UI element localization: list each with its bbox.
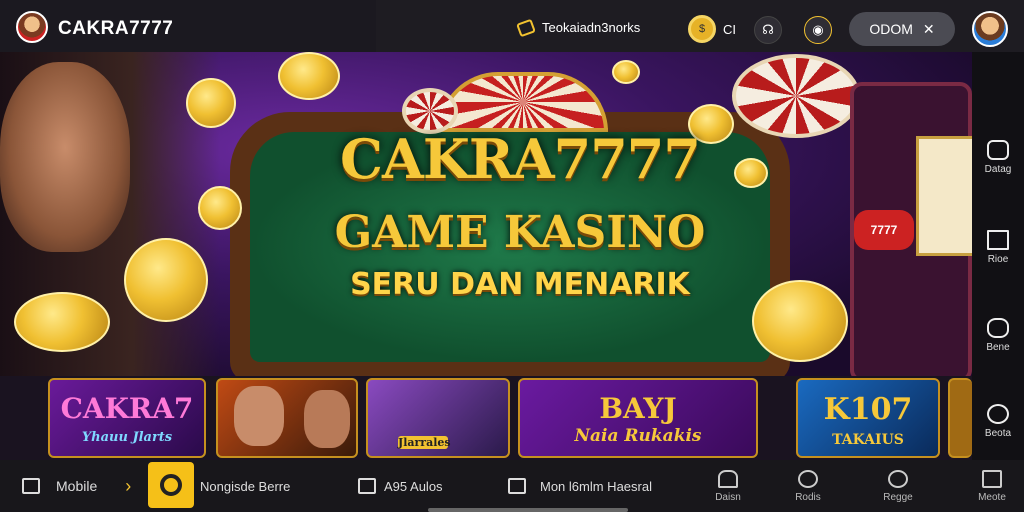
bottom-nav-label: Rodis [795, 492, 821, 503]
menu-icon [982, 470, 1002, 488]
hexagon-icon [987, 318, 1009, 338]
cta-button[interactable]: ODOM ✕ [849, 12, 955, 46]
monitor-icon [22, 478, 40, 494]
hero-person-face [0, 62, 130, 252]
side-nav-label: Datag [984, 164, 1012, 175]
gold-coin-image [612, 60, 640, 84]
game-card-subtitle: Yhauu Jlarts [81, 430, 173, 445]
card-person-image [234, 386, 284, 446]
gold-coin-image [734, 158, 768, 188]
calendar-icon [358, 478, 376, 494]
game-card-title: K107 [823, 392, 913, 427]
brand-name[interactable]: CAKRA7777 [58, 18, 173, 40]
hero-title: CAKRA7777 [340, 127, 701, 191]
side-nav: Datag Rioe Bene Beota [972, 52, 1024, 460]
brand-avatar[interactable] [16, 11, 48, 43]
card-person-image [304, 390, 350, 448]
bottom-nav-label: Daisn [715, 492, 741, 503]
circle-icon [160, 474, 182, 496]
games-label: A95 Aulos [384, 478, 443, 494]
document-icon [508, 478, 526, 494]
square-icon [987, 230, 1009, 250]
game-card[interactable] [216, 378, 358, 458]
search-icon [888, 470, 908, 488]
shield-icon [987, 140, 1009, 160]
mobile-link[interactable]: Mobile › [22, 460, 131, 512]
game-card-row: CAKRA7 Yhauu Jlarts Jlarrales BAYJ Naia … [0, 376, 972, 460]
gold-coin-image [186, 78, 236, 128]
roulette-image [438, 72, 608, 132]
slot-screen [916, 136, 972, 256]
gold-coin-image [124, 238, 208, 322]
scrollbar[interactable] [428, 508, 628, 512]
promo-link[interactable]: Teokaiadn3norks [516, 18, 641, 37]
history-label: Mon l6mlm Haesral [540, 478, 652, 494]
game-card-subtitle: TAKAIUS [832, 432, 904, 448]
slot-machine-image: 7777 [850, 82, 972, 376]
chevron-right-icon: › [125, 475, 132, 496]
cloud-icon [718, 470, 738, 488]
bottom-nav-item[interactable]: Daisn [698, 466, 758, 503]
game-card-title: CAKRA7 [60, 392, 194, 425]
game-card-subtitle: Naia Rukakis [574, 426, 702, 446]
cta-label: ODOM [869, 21, 913, 37]
search-icon [798, 470, 818, 488]
bottom-nav-item[interactable]: Rodis [778, 466, 838, 503]
ticket-icon [516, 18, 536, 37]
gold-coin-image [752, 280, 848, 362]
game-card[interactable]: BAYJ Naia Rukakis [518, 378, 758, 458]
game-card-partial[interactable] [948, 378, 972, 458]
hero-tagline: SERU DAN MENARIK [350, 267, 690, 302]
side-nav-label: Bene [986, 342, 1010, 353]
history-link[interactable]: Mon l6mlm Haesral [508, 460, 652, 512]
gold-coin-image [198, 186, 242, 230]
top-bar: CAKRA7777 Teokaiadn3norks $ CI ☊ ◉ ODOM … [0, 0, 1024, 52]
bottom-nav-item[interactable]: Meote [962, 466, 1022, 503]
promo-label: Teokaiadn3norks [542, 20, 641, 35]
bottom-nav-item[interactable]: Regge [868, 466, 928, 503]
bottom-bar: Mobile › Nongisde Berre A95 Aulos Mon l6… [0, 460, 1024, 512]
coin-label: CI [723, 22, 736, 37]
mobile-label: Mobile [56, 478, 98, 494]
hero-subtitle: GAME KASINO [334, 207, 706, 258]
chat-icon [987, 404, 1009, 424]
casino-chip-image [732, 54, 860, 138]
game-card-subtitle: Jlarrales [398, 436, 451, 449]
side-nav-item[interactable]: Beota [972, 404, 1024, 439]
bottom-nav-label: Meote [978, 492, 1006, 503]
coin-icon[interactable]: $ [688, 15, 716, 43]
side-nav-label: Rioe [987, 254, 1009, 265]
highlight-label: Nongisde Berre [200, 478, 291, 494]
side-nav-item[interactable]: Datag [972, 140, 1024, 175]
side-nav-item[interactable]: Bene [972, 318, 1024, 353]
game-card[interactable]: K107 TAKAIUS [796, 378, 940, 458]
game-card[interactable]: Jlarrales [366, 378, 510, 458]
side-nav-label: Beota [984, 428, 1012, 439]
slot-label: 7777 [854, 210, 914, 250]
game-card-title: BAYJ [599, 392, 677, 425]
bottom-nav-label: Regge [883, 492, 913, 503]
gift-icon[interactable]: ◉ [804, 16, 832, 44]
hero-banner[interactable]: 7777 CAKRA7777 GAME KASINO SERU DAN MENA… [0, 52, 972, 376]
games-link[interactable]: A95 Aulos [358, 460, 443, 512]
side-nav-item[interactable]: Rioe [972, 230, 1024, 265]
close-icon: ✕ [922, 20, 935, 37]
gold-coin-image [278, 52, 340, 100]
highlight-link[interactable]: Nongisde Berre [200, 460, 290, 512]
user-avatar[interactable] [972, 11, 1008, 47]
gold-coin-image [14, 292, 110, 352]
highlight-button[interactable] [148, 462, 194, 508]
game-card[interactable]: CAKRA7 Yhauu Jlarts [48, 378, 206, 458]
support-icon[interactable]: ☊ [754, 16, 782, 44]
